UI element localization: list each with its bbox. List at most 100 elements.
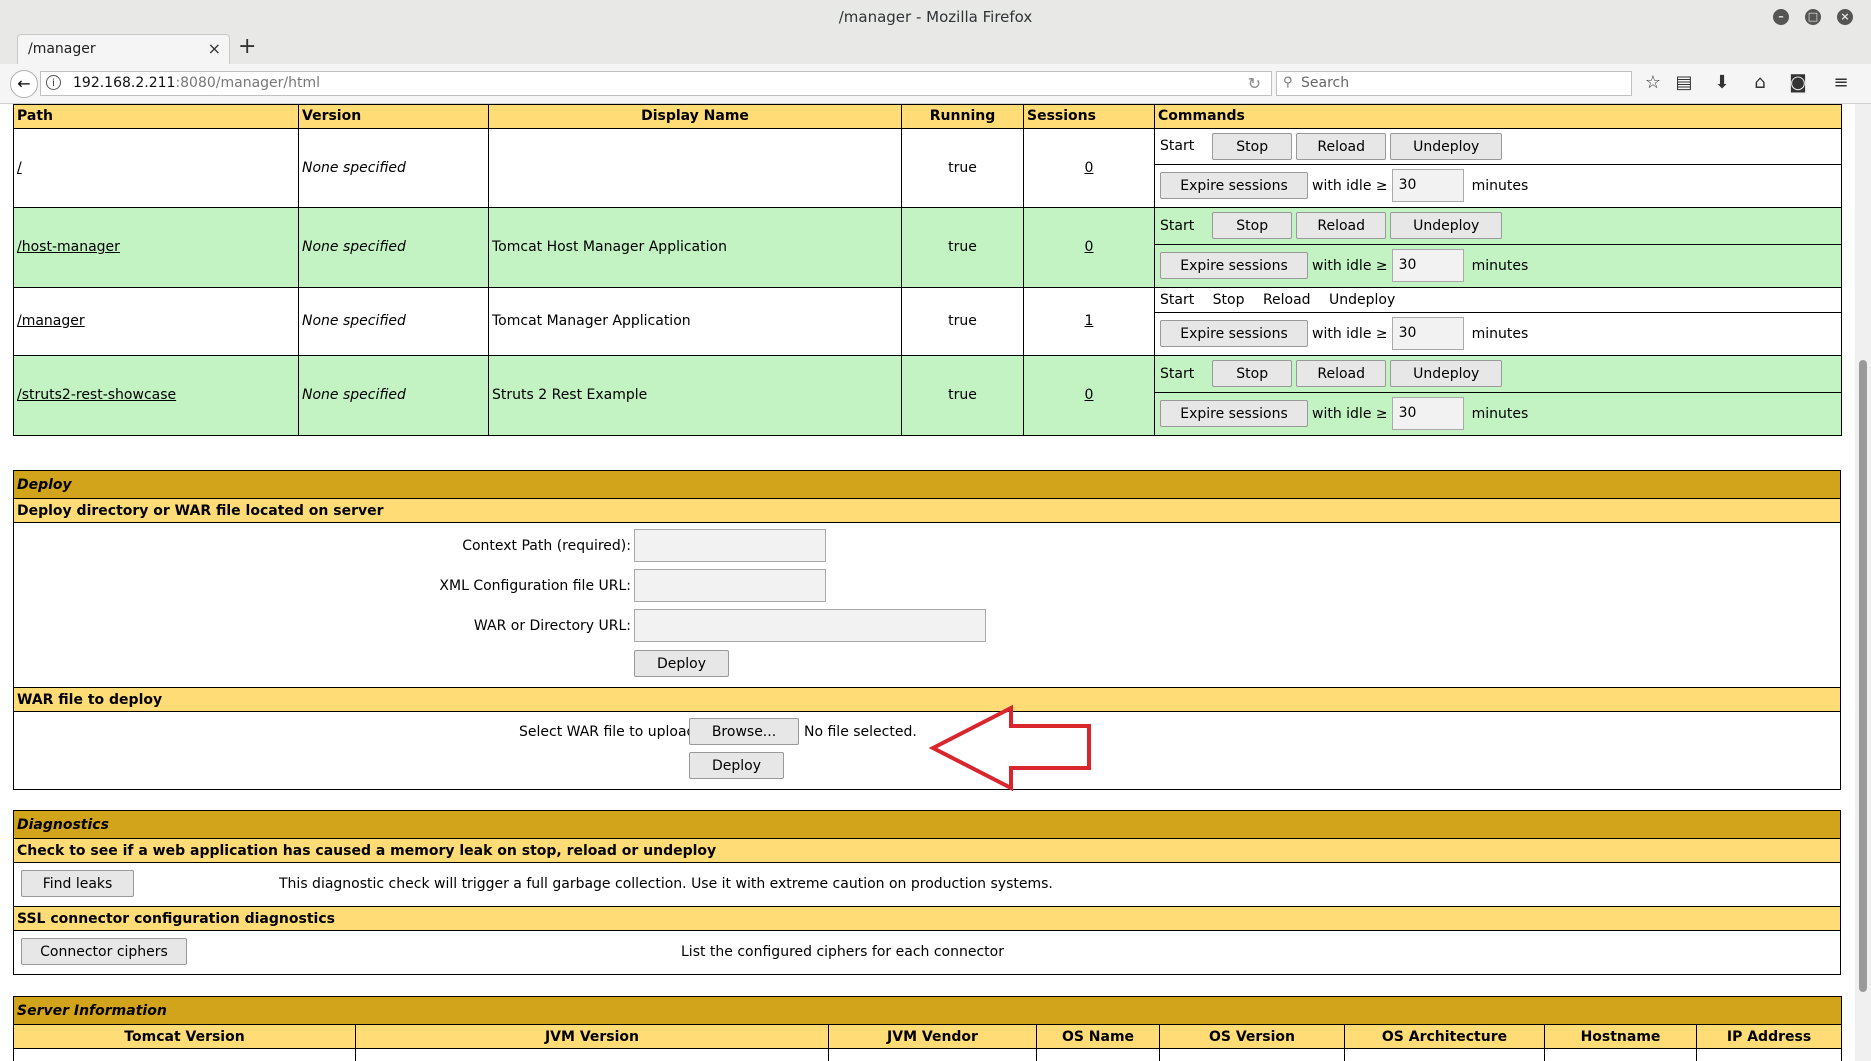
undeploy-button[interactable]: Undeploy — [1390, 132, 1503, 160]
download-icon[interactable]: ⬇ — [1710, 72, 1734, 93]
applications-table: Path Version Display Name Running Sessio… — [12, 104, 1843, 436]
info-icon[interactable]: i — [46, 75, 61, 90]
deploy-war-button[interactable]: Deploy — [689, 752, 784, 779]
reload-button[interactable]: Reload — [1296, 212, 1387, 239]
search-input[interactable]: ⚲ Search — [1276, 71, 1632, 96]
undeploy-label: Undeploy — [1329, 291, 1396, 308]
connector-ciphers-button[interactable]: Connector ciphers — [21, 938, 187, 965]
stop-button[interactable]: Stop — [1212, 212, 1293, 239]
deploy-server-form: Context Path (required): XML Configurati… — [13, 522, 1841, 688]
col-ip-address: IP Address — [1695, 1024, 1843, 1049]
col-running: Running — [901, 104, 1024, 129]
url-host: 192.168.2.211 — [73, 75, 176, 91]
col-os-version: OS Version — [1159, 1024, 1345, 1049]
app-expire-commands: Expire sessions with idle ≥ 30 minutes — [1153, 311, 1843, 356]
app-path-link[interactable]: /struts2-rest-showcase — [13, 354, 299, 436]
idle-minutes-input[interactable]: 30 — [1391, 249, 1464, 282]
context-path-input[interactable] — [634, 529, 826, 562]
new-tab-icon[interactable]: + — [238, 34, 256, 59]
url-path: :8080/manager/html — [175, 75, 321, 91]
app-path-link[interactable]: /manager — [13, 286, 299, 356]
expire-sessions-button[interactable]: Expire sessions — [1160, 400, 1308, 427]
app-path[interactable]: /host-manager — [17, 239, 120, 255]
col-tomcat-version: Tomcat Version — [13, 1024, 356, 1049]
stop-button[interactable]: Stop — [1212, 132, 1293, 160]
pocket-icon[interactable]: ◙ — [1786, 72, 1810, 93]
app-running: true — [901, 127, 1024, 208]
app-version: None specified — [298, 286, 489, 356]
menu-icon[interactable]: ≡ — [1829, 72, 1853, 93]
app-sessions-cell[interactable]: 0 — [1023, 127, 1155, 208]
app-path[interactable]: / — [17, 160, 22, 176]
col-commands: Commands — [1153, 104, 1843, 129]
app-commands: Start Stop Reload Undeploy — [1153, 127, 1843, 165]
window-title: /manager - Mozilla Firefox — [838, 8, 1033, 26]
stop-button[interactable]: Stop — [1212, 360, 1293, 387]
close-tab-icon[interactable]: × — [208, 39, 221, 58]
col-sessions: Sessions — [1023, 104, 1155, 129]
stop-label: Stop — [1212, 291, 1245, 308]
app-commands: Start Stop Reload Undeploy — [1153, 286, 1843, 313]
app-path[interactable]: /struts2-rest-showcase — [17, 387, 176, 403]
deploy-server-button[interactable]: Deploy — [634, 650, 729, 677]
expire-sessions-button[interactable]: Expire sessions — [1160, 252, 1308, 279]
app-running: true — [901, 206, 1024, 288]
app-path-link[interactable]: /host-manager — [13, 206, 299, 288]
scrollbar-thumb[interactable] — [1859, 360, 1867, 992]
tab-bar: /manager × + — [0, 34, 1871, 64]
reading-list-icon[interactable]: ▤ — [1672, 72, 1696, 93]
war-url-input[interactable] — [634, 609, 986, 642]
close-window-icon[interactable]: × — [1837, 9, 1853, 25]
app-sessions-cell[interactable]: 1 — [1023, 286, 1155, 356]
reload-icon[interactable]: ↻ — [1248, 74, 1261, 93]
expire-sessions-button[interactable]: Expire sessions — [1160, 172, 1308, 199]
app-sessions-link[interactable]: 1 — [1085, 313, 1094, 329]
with-idle-label: with idle ≥ — [1312, 257, 1388, 274]
col-path: Path — [13, 104, 299, 129]
deploy-title: Deploy — [13, 470, 1841, 499]
navigation-bar: ← i 192.168.2.211:8080/manager/html ↻ ⚲ … — [0, 64, 1871, 104]
tab-title: /manager — [28, 41, 96, 57]
select-war-label: Select WAR file to upload — [519, 724, 696, 740]
idle-minutes-input[interactable]: 30 — [1391, 397, 1464, 430]
maximize-icon[interactable]: □ — [1805, 9, 1821, 25]
app-running: true — [901, 286, 1024, 356]
minutes-label: minutes — [1471, 177, 1529, 194]
idle-minutes-input[interactable]: 30 — [1391, 317, 1464, 350]
minimize-icon[interactable]: – — [1773, 9, 1789, 25]
expire-sessions-button[interactable]: Expire sessions — [1160, 320, 1308, 347]
page-viewport: Path Version Display Name Running Sessio… — [0, 104, 1855, 1061]
ssl-diagnostics-subtitle: SSL connector configuration diagnostics — [13, 906, 1841, 931]
vertical-scrollbar[interactable] — [1855, 104, 1871, 1061]
back-icon[interactable]: ← — [10, 70, 38, 98]
xml-config-input[interactable] — [634, 569, 826, 602]
window-titlebar: /manager - Mozilla Firefox – □ × — [0, 0, 1871, 34]
leak-description: This diagnostic check will trigger a ful… — [279, 876, 1053, 892]
idle-minutes-input[interactable]: 30 — [1391, 169, 1464, 202]
ciphers-description: List the configured ciphers for each con… — [681, 944, 1004, 960]
app-path[interactable]: /manager — [17, 313, 85, 329]
reload-button[interactable]: Reload — [1296, 360, 1387, 387]
url-text: 192.168.2.211:8080/manager/html — [73, 75, 320, 91]
home-icon[interactable]: ⌂ — [1748, 72, 1772, 93]
find-leaks-button[interactable]: Find leaks — [21, 870, 134, 897]
annotation-arrow — [928, 704, 1091, 792]
browse-button[interactable]: Browse... — [689, 718, 799, 745]
app-sessions-cell[interactable]: 0 — [1023, 206, 1155, 288]
app-sessions-link[interactable]: 0 — [1085, 160, 1094, 176]
app-commands: Start Stop Reload Undeploy — [1153, 206, 1843, 245]
app-path-link[interactable]: / — [13, 127, 299, 208]
col-display-name: Display Name — [488, 104, 902, 129]
url-bar[interactable]: i 192.168.2.211:8080/manager/html ↻ — [40, 71, 1272, 96]
leak-check-row: Find leaks This diagnostic check will tr… — [13, 862, 1841, 907]
tab-manager[interactable]: /manager × — [17, 34, 230, 64]
ciphers-row: Connector ciphers List the configured ci… — [13, 930, 1841, 975]
app-sessions-link[interactable]: 0 — [1085, 387, 1094, 403]
undeploy-button[interactable]: Undeploy — [1390, 360, 1503, 387]
app-sessions-link[interactable]: 0 — [1085, 239, 1094, 255]
undeploy-button[interactable]: Undeploy — [1390, 212, 1503, 239]
bookmark-star-icon[interactable]: ☆ — [1641, 72, 1665, 93]
app-sessions-cell[interactable]: 0 — [1023, 354, 1155, 436]
diagnostics-section: Diagnostics Check to see if a web applic… — [13, 810, 1841, 975]
reload-button[interactable]: Reload — [1296, 132, 1387, 160]
